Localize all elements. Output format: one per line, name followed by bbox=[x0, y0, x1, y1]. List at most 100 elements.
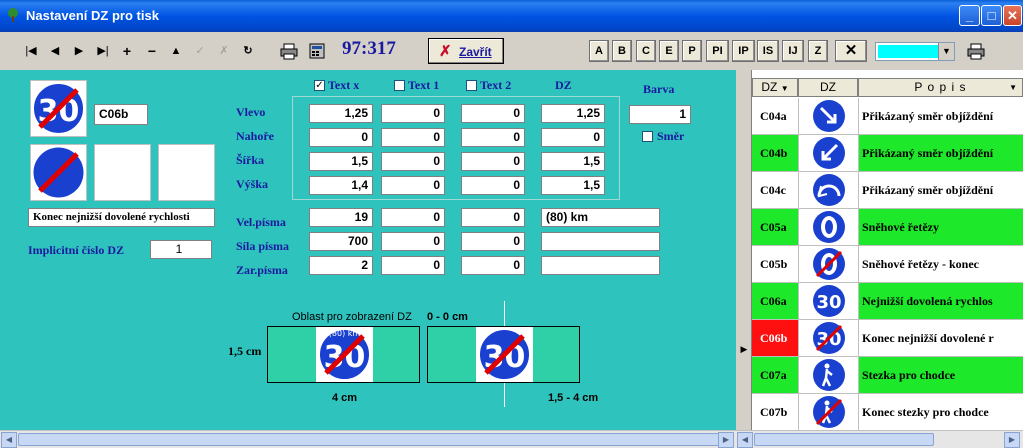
grid-header-desc[interactable]: P o p i s ▼ bbox=[858, 78, 1023, 97]
sign-slot-2[interactable] bbox=[94, 144, 151, 201]
delete-record-icon[interactable]: − bbox=[143, 42, 161, 60]
pedestrian-end-icon bbox=[813, 396, 845, 428]
vyska-text1[interactable]: 0 bbox=[381, 176, 445, 195]
scroll-right-icon[interactable]: ▶ bbox=[718, 432, 734, 448]
sirka-dz[interactable]: 1,5 bbox=[541, 152, 605, 171]
fontweight-text2[interactable]: 0 bbox=[461, 232, 525, 251]
smer-checkbox[interactable] bbox=[642, 131, 653, 142]
implicit-field[interactable]: 1 bbox=[150, 240, 212, 259]
post-edit-icon[interactable]: ✓ bbox=[191, 42, 209, 60]
letter-button-c[interactable]: C bbox=[636, 40, 656, 62]
minimize-button[interactable]: _ bbox=[959, 5, 980, 26]
clear-filter-button[interactable]: ✕ bbox=[835, 40, 867, 62]
sirka-text2[interactable]: 0 bbox=[461, 152, 525, 171]
scroll-thumb[interactable] bbox=[18, 433, 728, 446]
letter-button-a[interactable]: A bbox=[589, 40, 609, 62]
refresh-icon[interactable]: ↻ bbox=[239, 42, 257, 60]
description-field[interactable]: Konec nejnižší dovolené rychlosti bbox=[28, 208, 215, 227]
row-sign bbox=[798, 172, 858, 208]
grid-header-sign[interactable]: DZ bbox=[798, 78, 858, 97]
print-grid-icon[interactable] bbox=[967, 42, 985, 60]
next-record-icon[interactable]: ▶ bbox=[70, 42, 88, 60]
grid-scroll-left-icon[interactable]: ◀ bbox=[737, 432, 753, 448]
sign-preview-main: 30 bbox=[30, 80, 87, 137]
chevron-down-icon[interactable]: ▼ bbox=[938, 43, 954, 60]
prev-record-icon[interactable]: ◀ bbox=[46, 42, 64, 60]
row-sign bbox=[798, 209, 858, 245]
table-row[interactable]: C07a Stezka pro chodce bbox=[752, 357, 1023, 394]
sign-code-field[interactable]: C06b bbox=[94, 104, 148, 125]
fontsize-textx[interactable]: 19 bbox=[309, 208, 373, 227]
table-row[interactable]: C05a Sněhové řetězy bbox=[752, 209, 1023, 246]
table-row[interactable]: C04c Přikázaný směr objíždění bbox=[752, 172, 1023, 209]
vyska-text2[interactable]: 0 bbox=[461, 176, 525, 195]
fontsize-dz-text[interactable]: (80) km bbox=[541, 208, 660, 227]
letter-button-ij[interactable]: IJ bbox=[782, 40, 804, 62]
arrow-dl-icon bbox=[813, 137, 845, 169]
fontalign-dz-text[interactable] bbox=[541, 256, 660, 275]
nahore-text1[interactable]: 0 bbox=[381, 128, 445, 147]
fontweight-dz-text[interactable] bbox=[541, 232, 660, 251]
edit-record-icon[interactable]: ▲ bbox=[167, 42, 185, 60]
fontweight-textx[interactable]: 700 bbox=[309, 232, 373, 251]
chevron-down-icon: ▼ bbox=[1009, 83, 1018, 92]
letter-button-z[interactable]: Z bbox=[808, 40, 828, 62]
vyska-textx[interactable]: 1,4 bbox=[309, 176, 373, 195]
vlevo-textx[interactable]: 1,25 bbox=[309, 104, 373, 123]
sign-slot-1[interactable] bbox=[30, 144, 87, 201]
letter-button-p[interactable]: P bbox=[682, 40, 702, 62]
cancel-edit-icon[interactable]: ✗ bbox=[215, 42, 233, 60]
sirka-textx[interactable]: 1,5 bbox=[309, 152, 373, 171]
grid-header-code[interactable]: DZ ▼ bbox=[752, 78, 798, 97]
scroll-left-icon[interactable]: ◀ bbox=[1, 432, 17, 448]
textx-checkbox[interactable]: ✓ bbox=[314, 80, 325, 91]
vlevo-text2[interactable]: 0 bbox=[461, 104, 525, 123]
vyska-dz[interactable]: 1,5 bbox=[541, 176, 605, 195]
nahore-textx[interactable]: 0 bbox=[309, 128, 373, 147]
table-row[interactable]: C04a Přikázaný směr objíždění bbox=[752, 98, 1023, 135]
grid-horizontal-scrollbar[interactable]: ◀ ▶ bbox=[736, 430, 1023, 448]
fontweight-text1[interactable]: 0 bbox=[381, 232, 445, 251]
close-form-button[interactable]: ✗ Zavřít bbox=[428, 38, 504, 64]
last-record-icon[interactable]: ▶| bbox=[94, 42, 112, 60]
fontalign-text2[interactable]: 0 bbox=[461, 256, 525, 275]
fontsize-text1[interactable]: 0 bbox=[381, 208, 445, 227]
nahore-dz[interactable]: 0 bbox=[541, 128, 605, 147]
height-label: 1,5 cm bbox=[228, 344, 262, 358]
fontalign-text1[interactable]: 0 bbox=[381, 256, 445, 275]
table-row[interactable]: C06a 30 Nejnižší dovolená rychlos bbox=[752, 283, 1023, 320]
text1-checkbox[interactable] bbox=[394, 80, 405, 91]
speed-end-sign-icon: 30 bbox=[33, 83, 84, 134]
calculator-icon[interactable] bbox=[308, 42, 326, 60]
printer-icon[interactable] bbox=[280, 42, 298, 60]
grid-scroll-thumb[interactable] bbox=[754, 433, 934, 446]
letter-button-pi[interactable]: PI bbox=[706, 40, 729, 62]
fontsize-text2[interactable]: 0 bbox=[461, 208, 525, 227]
table-row[interactable]: C04b Přikázaný směr objíždění bbox=[752, 135, 1023, 172]
sirka-text1[interactable]: 0 bbox=[381, 152, 445, 171]
sign-slot-3[interactable] bbox=[158, 144, 215, 201]
fontalign-textx[interactable]: 2 bbox=[309, 256, 373, 275]
text2-checkbox[interactable] bbox=[466, 80, 477, 91]
form-horizontal-scrollbar[interactable]: ◀ ▶ bbox=[0, 430, 736, 448]
maximize-button[interactable]: □ bbox=[981, 5, 1002, 26]
letter-button-e[interactable]: E bbox=[659, 40, 679, 62]
add-record-icon[interactable]: + bbox=[118, 42, 136, 60]
letter-button-b[interactable]: B bbox=[612, 40, 632, 62]
close-window-button[interactable]: ✕ bbox=[1003, 5, 1022, 26]
nahore-text2[interactable]: 0 bbox=[461, 128, 525, 147]
letter-button-ip[interactable]: IP bbox=[732, 40, 755, 62]
table-row[interactable]: C07b Konec stezky pro chodce bbox=[752, 394, 1023, 431]
first-record-icon[interactable]: |◀ bbox=[22, 42, 40, 60]
color-select[interactable]: ▼ bbox=[875, 42, 955, 61]
sort-down-icon: ▼ bbox=[780, 84, 789, 93]
vlevo-text1[interactable]: 0 bbox=[381, 104, 445, 123]
letter-button-is[interactable]: IS bbox=[757, 40, 779, 62]
row-indicator-column bbox=[736, 70, 752, 432]
table-row[interactable]: C06b 30 Konec nejnižší dovolené r bbox=[752, 320, 1023, 357]
grid-scroll-right-icon[interactable]: ▶ bbox=[1004, 432, 1020, 448]
vlevo-dz[interactable]: 1,25 bbox=[541, 104, 605, 123]
row-code: C06a bbox=[752, 283, 798, 319]
table-row[interactable]: C05b Sněhové řetězy - konec bbox=[752, 246, 1023, 283]
barva-field[interactable]: 1 bbox=[629, 105, 691, 124]
